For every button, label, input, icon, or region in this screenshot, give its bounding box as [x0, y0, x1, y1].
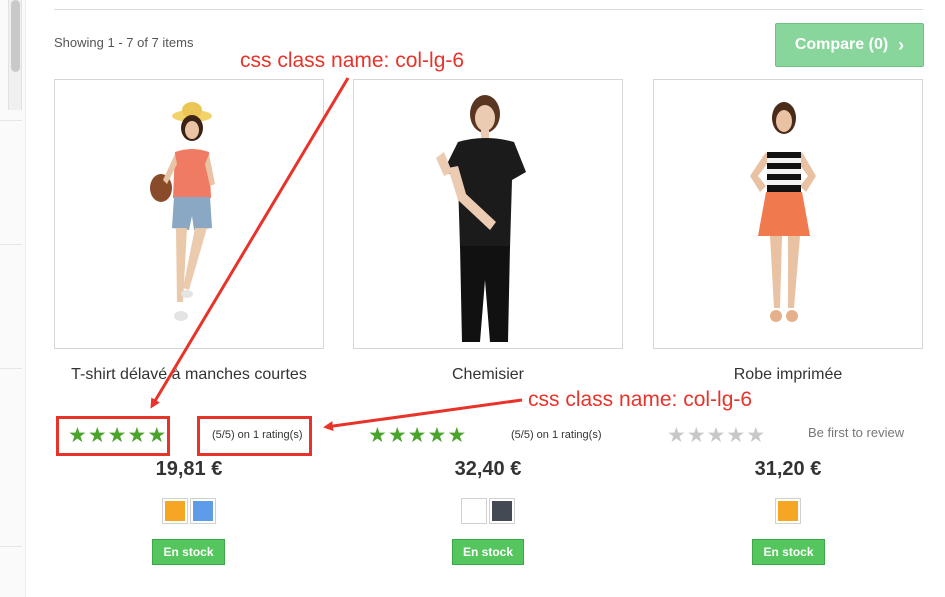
- rating-count-text: (5/5) on 1 rating(s): [511, 429, 602, 441]
- divider: [0, 244, 22, 245]
- product-price: 19,81 €: [155, 458, 223, 480]
- scrollbar-thumb[interactable]: [11, 0, 20, 72]
- star-icon: ★: [706, 424, 726, 447]
- swatch-fill: [165, 501, 185, 521]
- swatch-fill: [778, 501, 798, 521]
- compare-button-label: Compare (0): [794, 36, 889, 53]
- star-icon: ★: [726, 424, 746, 447]
- star-icon: ★: [667, 424, 686, 447]
- product-name[interactable]: Chemisier: [353, 364, 623, 386]
- divider: [0, 368, 22, 369]
- color-swatches: [54, 498, 324, 524]
- review-prompt[interactable]: Be first to review: [808, 425, 904, 440]
- annotation-box-stars: [56, 416, 170, 456]
- rating-stars: ★ ★ ★ ★ ★: [667, 425, 765, 447]
- stock-badge: En stock: [452, 539, 524, 565]
- top-divider: [54, 9, 923, 10]
- item-count-text: Showing 1 - 7 of 7 items: [54, 35, 194, 50]
- product-price: 31,20 €: [754, 458, 822, 480]
- star-icon: ★: [387, 424, 407, 447]
- divider: [0, 120, 22, 121]
- product-price: 32,40 €: [454, 458, 522, 480]
- color-swatch-white[interactable]: [461, 498, 487, 524]
- star-icon: ★: [686, 424, 706, 447]
- swatch-fill: [193, 501, 213, 521]
- annotation-label-top: css class name: col-lg-6: [240, 49, 465, 72]
- annotation-box-rating: [197, 416, 312, 456]
- color-swatches: [353, 498, 623, 524]
- product-card: Chemisier ★ ★ ★ ★ ★ (5/5) on 1 rating(s) 32,…: [353, 79, 623, 565]
- star-icon: ★: [407, 424, 427, 447]
- star-icon: ★: [447, 424, 467, 447]
- star-icon: ★: [746, 424, 766, 447]
- color-swatch-orange[interactable]: [162, 498, 188, 524]
- star-icon: ★: [427, 424, 447, 447]
- product-image[interactable]: [353, 79, 623, 349]
- color-swatch-orange[interactable]: [775, 498, 801, 524]
- color-swatches: [653, 498, 923, 524]
- product-image[interactable]: [54, 79, 324, 349]
- product-card: T-shirt délavé à manches courtes ★ ★ ★ ★ ★ (…: [54, 79, 324, 565]
- arrow-to-rating: [323, 398, 523, 431]
- color-swatch-dark-gray[interactable]: [489, 498, 515, 524]
- compare-button[interactable]: Compare (0) ›: [775, 23, 924, 67]
- chevron-right-icon: ›: [898, 34, 905, 55]
- stock-badge: En stock: [152, 539, 225, 565]
- product-image[interactable]: [653, 79, 923, 349]
- annotation-label-right: css class name: col-lg-6: [528, 388, 753, 411]
- divider: [0, 546, 22, 547]
- stock-badge: En stock: [752, 539, 825, 565]
- swatch-fill: [492, 501, 512, 521]
- color-swatch-blue[interactable]: [190, 498, 216, 524]
- product-name[interactable]: T-shirt délavé à manches courtes: [54, 364, 324, 386]
- product-card: Robe imprimée ★ ★ ★ ★ ★ Be first to review 3…: [653, 79, 923, 565]
- left-gutter: [0, 0, 26, 597]
- rating-stars: ★ ★ ★ ★ ★: [368, 425, 466, 447]
- product-name[interactable]: Robe imprimée: [653, 364, 923, 386]
- swatch-fill: [464, 501, 484, 521]
- star-icon: ★: [368, 424, 387, 447]
